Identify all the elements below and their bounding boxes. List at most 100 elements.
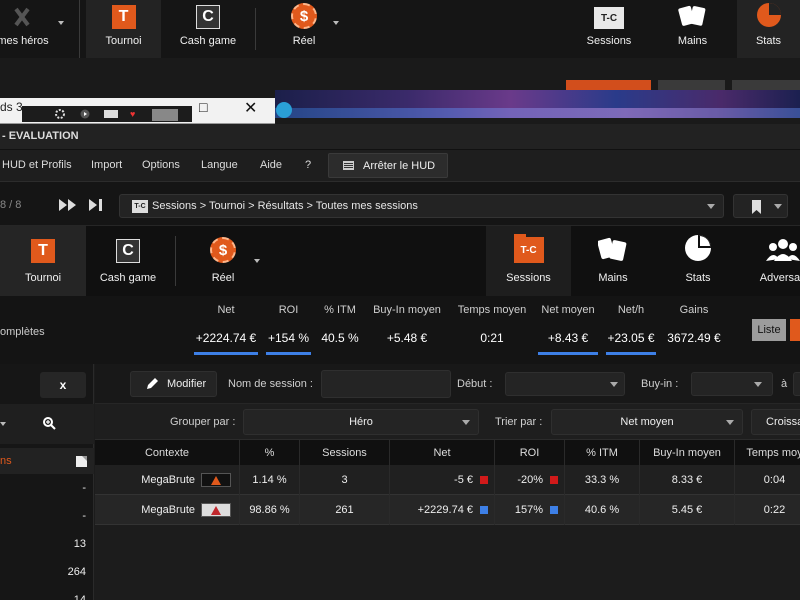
note-icon[interactable] (75, 454, 89, 468)
liste-button[interactable]: Liste (752, 319, 786, 341)
modify-button[interactable]: Modifier (130, 371, 217, 397)
chevron-down-icon[interactable] (58, 21, 64, 25)
cash-game-icon: C (196, 5, 220, 29)
bg-nav-sessions[interactable]: T-C Sessions (579, 0, 639, 58)
tab-tournoi-label: Tournoi (24, 272, 62, 284)
cell-net: -5 € (390, 465, 495, 495)
bg-nav-heroes[interactable]: mes héros (0, 0, 58, 58)
grouping-bar: Grouper par : Héro Trier par : Net moyen… (95, 404, 800, 440)
bg-nav-reel[interactable]: $ Réel (278, 0, 330, 58)
maximize-icon[interactable]: □ (199, 99, 207, 115)
buyin-to-label: à (781, 378, 788, 390)
stat-roi: ROI +154 % (266, 304, 311, 355)
tab-tournoi[interactable]: T Tournoi (0, 226, 86, 296)
sort-by-select[interactable]: Net moyen (551, 409, 743, 435)
sessions-icon: T-C (513, 234, 544, 263)
close-icon[interactable]: ✕ (244, 98, 257, 118)
stop-hud-button[interactable]: Arrêter le HUD (328, 153, 448, 178)
tab-mains[interactable]: Mains (583, 226, 643, 296)
stat-net-moyen-label: Net moyen (541, 304, 595, 316)
stat-net-moyen-value: +8.43 € (547, 331, 589, 345)
tab-bar: T Tournoi C Cash game $ Réel T-C Session… (0, 226, 800, 296)
sessions-icon: T-C (594, 7, 624, 29)
clear-button[interactable]: x (40, 372, 86, 398)
bg-nav-cash[interactable]: C Cash game (172, 0, 244, 58)
column-header-pct[interactable]: % (240, 440, 300, 465)
column-header-temps[interactable]: Temps moy (735, 440, 800, 465)
zoom-icon[interactable] (43, 417, 56, 430)
stat-buyin: Buy-In moyen +5.48 € (370, 304, 444, 345)
menu-aide[interactable]: Aide (260, 159, 282, 171)
bg-nav-stats-label: Stats (755, 35, 782, 47)
tab-reel[interactable]: $ Réel (197, 226, 249, 296)
menu-langue[interactable]: Langue (201, 159, 238, 171)
taskbar-strip: ♥ (22, 106, 192, 122)
stat-net: Net +2224.74 € (194, 304, 258, 355)
bg-nav-mains[interactable]: Mains (665, 0, 720, 58)
stat-buyin-label: Buy-In moyen (373, 304, 441, 316)
tab-stats[interactable]: Stats (668, 226, 728, 296)
list-header-label: ns (0, 455, 12, 467)
chevron-down-icon[interactable] (0, 422, 6, 426)
menu-options[interactable]: Options (142, 159, 180, 171)
bg-nav-tournoi-label: Tournoi (105, 35, 142, 47)
skip-end-icon[interactable] (89, 199, 103, 211)
cell-contexte: MegaBrute (95, 495, 240, 525)
bg-nav-stats[interactable]: Stats (737, 0, 800, 58)
cell-roi: -20% (495, 465, 565, 495)
tab-sessions[interactable]: T-C Sessions (486, 226, 571, 296)
tab-mains-label: Mains (598, 272, 628, 284)
stat-net-h-label: Net/h (617, 304, 645, 316)
session-name-input[interactable] (321, 370, 451, 398)
tab-adversaires[interactable]: Adversair (748, 226, 800, 296)
cell-temps: 0:04 (735, 465, 800, 495)
cell-roi-value: -20% (517, 474, 543, 486)
stat-net-h-value: +23.05 € (607, 331, 655, 345)
bookmark-icon (752, 200, 761, 214)
cell-temps: 0:22 (735, 495, 800, 525)
buyin-label: Buy-in : (641, 378, 679, 390)
start-date-select[interactable] (505, 372, 625, 396)
chevron-down-icon[interactable] (707, 204, 715, 209)
fast-forward-icon[interactable] (59, 199, 77, 211)
buyin-max-select[interactable] (793, 372, 800, 396)
breadcrumb[interactable]: T-C Sessions > Tournoi > Résultats > Tou… (119, 194, 724, 218)
menu-help[interactable]: ? (305, 159, 311, 171)
cell-sessions: 3 (300, 465, 390, 495)
bg-nav-sessions-label: Sessions (586, 35, 632, 47)
positive-indicator-icon (480, 506, 488, 514)
bg-dark-button[interactable] (732, 80, 800, 90)
chevron-down-icon[interactable] (333, 21, 339, 25)
play-icon (80, 109, 90, 119)
stat-gains: Gains 3672.49 € (664, 304, 724, 345)
column-header-sessions[interactable]: Sessions (300, 440, 390, 465)
bg-orange-button[interactable] (566, 80, 651, 90)
sort-by-value: Net moyen (620, 416, 674, 428)
tab-cash-game[interactable]: C Cash game (90, 226, 166, 296)
tournament-icon: T (111, 5, 136, 29)
bg-dark-button[interactable] (658, 80, 725, 90)
column-header-roi[interactable]: ROI (495, 440, 565, 465)
start-date-label: Début : (457, 378, 493, 390)
group-by-select[interactable]: Héro (243, 409, 479, 435)
stat-net-bar (194, 352, 258, 355)
menu-hud-profils[interactable]: HUD et Profils (2, 159, 72, 171)
column-header-net[interactable]: Net (390, 440, 495, 465)
column-header-buyin[interactable]: Buy-In moyen (640, 440, 735, 465)
buyin-min-select[interactable] (691, 372, 773, 396)
bookmark-button[interactable] (733, 194, 788, 218)
positive-indicator-icon (550, 506, 558, 514)
column-header-itm[interactable]: % ITM (565, 440, 640, 465)
column-header-contexte[interactable]: Contexte (95, 440, 240, 465)
stat-net-moyen-bar (538, 352, 598, 355)
tab-stats-label: Stats (685, 272, 711, 284)
chevron-down-icon[interactable] (254, 259, 260, 263)
graph-view-button[interactable] (790, 319, 800, 341)
bg-nav-mains-label: Mains (677, 35, 708, 47)
list-item: - (82, 482, 86, 494)
bg-nav-tournoi[interactable]: T Tournoi (86, 0, 161, 58)
overlapping-window[interactable]: ds 3 ♥ □ ✕ (0, 98, 275, 124)
stat-itm: % ITM 40.5 % (318, 304, 362, 345)
menu-import[interactable]: Import (91, 159, 122, 171)
sort-order-select[interactable]: Croissa (751, 409, 800, 435)
